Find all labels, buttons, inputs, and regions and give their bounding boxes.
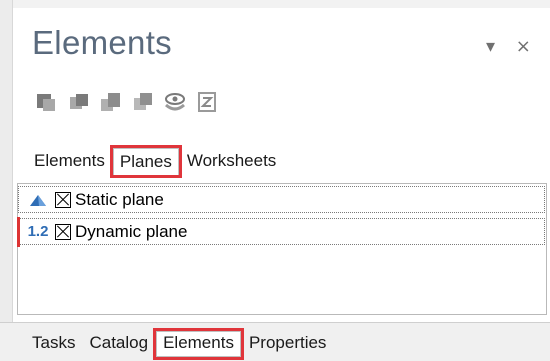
toolbar: [34, 89, 220, 115]
top-edge: [0, 0, 550, 8]
left-edge: [0, 0, 13, 322]
tab-planes[interactable]: Planes: [109, 145, 182, 178]
tab-tasks[interactable]: Tasks: [26, 333, 81, 357]
tab-elements[interactable]: Elements: [28, 148, 111, 175]
list-item[interactable]: Static plane: [18, 186, 545, 213]
tab-elements-bottom[interactable]: Elements: [153, 328, 244, 360]
visibility-checkbox[interactable]: [55, 191, 71, 208]
list-item[interactable]: 1.2 Dynamic plane: [17, 217, 545, 247]
layer-front-icon[interactable]: [130, 89, 156, 115]
top-tabs: Elements Planes Worksheets: [28, 145, 284, 178]
row-marker: [17, 217, 20, 247]
elements-panel: Elements ▾ × Elements Planes Worksheets: [0, 0, 550, 361]
plane-label: Dynamic plane: [75, 221, 188, 241]
tab-catalog[interactable]: Catalog: [83, 333, 154, 357]
layer-back-icon[interactable]: [66, 89, 92, 115]
triangle-down-icon[interactable]: ▾: [486, 36, 495, 57]
tab-properties[interactable]: Properties: [243, 333, 332, 357]
window-buttons: ▾ ×: [486, 36, 546, 57]
dynamic-plane-icon: 1.2: [27, 223, 49, 240]
planes-list: Static plane 1.2 Dynamic plane: [17, 183, 547, 315]
bottom-tab-bar: Tasks Catalog Elements Properties: [0, 322, 550, 361]
tab-worksheets[interactable]: Worksheets: [181, 148, 282, 175]
static-plane-icon: [25, 190, 51, 210]
close-icon[interactable]: ×: [516, 36, 531, 57]
plane-label: Static plane: [75, 189, 164, 209]
edit-z-icon[interactable]: [194, 89, 220, 115]
layer-solid-icon[interactable]: [34, 89, 60, 115]
layer-forward-icon[interactable]: [98, 89, 124, 115]
visibility-eye-icon[interactable]: [162, 89, 188, 115]
panel-title: Elements: [32, 24, 172, 61]
visibility-checkbox[interactable]: [55, 223, 71, 240]
